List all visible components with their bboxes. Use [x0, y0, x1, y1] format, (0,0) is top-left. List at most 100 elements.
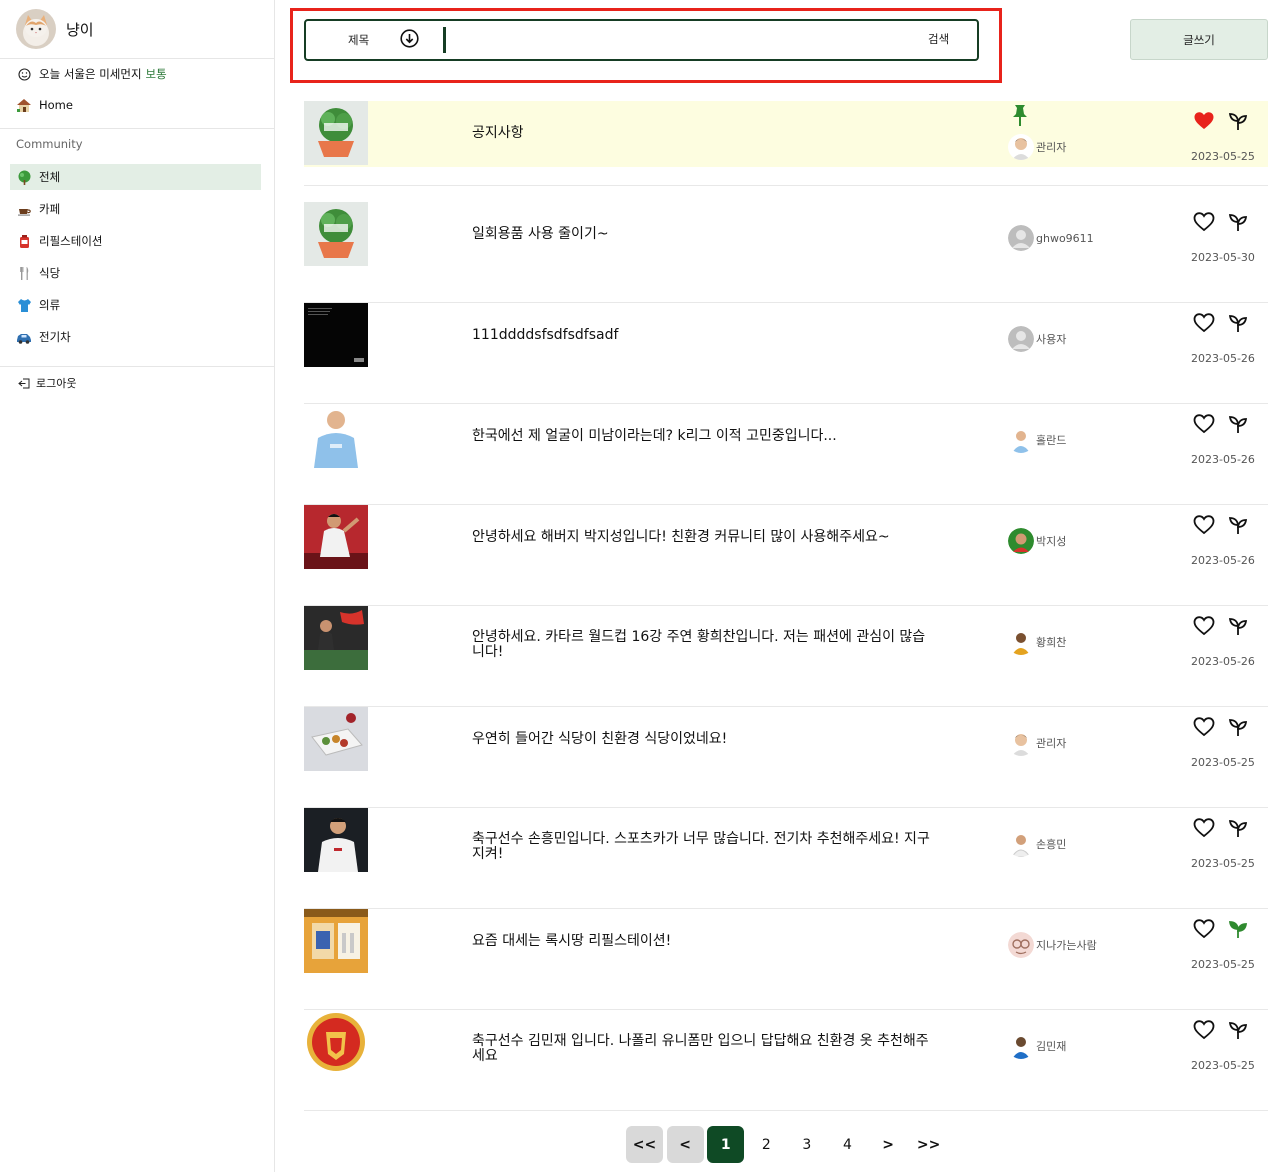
circle-arrow-down-icon[interactable] — [400, 29, 419, 48]
sidebar-item-label: 리필스테이션 — [39, 234, 103, 248]
sprout-icon[interactable] — [1227, 817, 1249, 839]
author-avatar — [1008, 730, 1034, 756]
post-title[interactable]: 축구선수 손흥민입니다. 스포츠카가 너무 많습니다. 전기차 추천해주세요! … — [472, 832, 932, 862]
post-row[interactable]: 111ddddsfsdfsdfsadf 사용자 2023-05-26 — [304, 303, 1268, 404]
post-author[interactable]: 사용자 — [1008, 326, 1066, 352]
post-title[interactable]: 안녕하세요. 카타르 월드컵 16강 주연 황희찬입니다. 저는 패션에 관심이… — [472, 630, 932, 660]
heart-filled-icon[interactable] — [1193, 110, 1215, 132]
heart-outline-icon[interactable] — [1193, 1019, 1215, 1041]
sidebar-item-restaurant[interactable]: 식당 — [10, 260, 261, 286]
post-row[interactable]: 안녕하세요 해버지 박지성입니다! 친환경 커뮤니티 많이 사용해주세요~ 박지… — [304, 505, 1268, 606]
post-row[interactable]: 공지사항 관리자 2023-05-25 — [304, 101, 1268, 202]
post-thumbnail[interactable] — [304, 707, 368, 771]
sidebar-item-all[interactable]: 전체 — [10, 164, 261, 190]
home-link[interactable]: Home — [16, 97, 73, 113]
post-row[interactable]: 축구선수 손흥민입니다. 스포츠카가 너무 많습니다. 전기차 추천해주세요! … — [304, 808, 1268, 909]
profile[interactable]: 냥이 — [16, 8, 94, 50]
post-row[interactable]: 일회용품 사용 줄이기~ ghwo9611 2023-05-30 — [304, 202, 1268, 303]
post-thumbnail[interactable] — [304, 1010, 368, 1074]
author-name: 관리자 — [1036, 737, 1067, 750]
heart-outline-icon[interactable] — [1193, 817, 1215, 839]
heart-outline-icon[interactable] — [1193, 514, 1215, 536]
sprout-icon[interactable] — [1227, 312, 1249, 334]
heart-outline-icon[interactable] — [1193, 716, 1215, 738]
coffee-icon — [16, 201, 32, 217]
next-page-button[interactable]: > — [870, 1126, 907, 1163]
sprout-icon[interactable] — [1227, 110, 1249, 132]
post-row[interactable]: 축구선수 김민재 입니다. 나폴리 유니폼만 입으니 답답해요 친환경 옷 추천… — [304, 1010, 1268, 1111]
post-title[interactable]: 한국에선 제 얼굴이 미남이라는데? k리그 이적 고민중입니다... — [472, 429, 932, 444]
post-title[interactable]: 일회용품 사용 줄이기~ — [472, 227, 932, 242]
post-thumbnail[interactable] — [304, 101, 368, 165]
sprout-icon[interactable] — [1227, 413, 1249, 435]
write-post-button[interactable]: 글쓰기 — [1130, 19, 1268, 60]
post-title[interactable]: 공지사항 — [472, 126, 932, 141]
post-thumbnail[interactable] — [304, 808, 368, 872]
sidebar-item-refill-station[interactable]: 리필스테이션 — [10, 228, 261, 254]
post-author[interactable]: 손흥민 — [1008, 831, 1066, 857]
post-thumbnail[interactable] — [304, 303, 368, 367]
heart-outline-icon[interactable] — [1193, 211, 1215, 233]
post-author[interactable]: 박지성 — [1008, 528, 1066, 554]
search-input[interactable] — [452, 25, 916, 57]
post-row[interactable]: 안녕하세요. 카타르 월드컵 16강 주연 황희찬입니다. 저는 패션에 관심이… — [304, 606, 1268, 707]
sidebar-item-label: 전기차 — [39, 330, 71, 344]
search-button[interactable]: 검색 — [928, 31, 949, 47]
post-thumbnail[interactable] — [304, 606, 368, 670]
post-author[interactable]: 홀란드 — [1008, 427, 1066, 453]
heart-outline-icon[interactable] — [1193, 312, 1215, 334]
refill-bottle-icon — [16, 233, 32, 249]
page-button-4[interactable]: 4 — [829, 1126, 866, 1163]
sprout-icon[interactable] — [1227, 716, 1249, 738]
sprout-icon[interactable] — [1227, 514, 1249, 536]
profile-avatar[interactable] — [16, 9, 56, 49]
sidebar-item-label: 카페 — [39, 202, 61, 216]
post-title[interactable]: 축구선수 김민재 입니다. 나폴리 유니폼만 입으니 답답해요 친환경 옷 추천… — [472, 1034, 932, 1064]
divider — [0, 58, 275, 59]
post-date: 2023-05-26 — [1191, 554, 1255, 567]
post-author[interactable]: 지나가는사람 — [1008, 932, 1097, 958]
post-author[interactable]: 황희찬 — [1008, 629, 1066, 655]
sidebar-item-cafe[interactable]: 카페 — [10, 196, 261, 222]
post-thumbnail[interactable] — [304, 505, 368, 569]
page-button-2[interactable]: 2 — [748, 1126, 785, 1163]
post-row[interactable]: 요즘 대세는 록시땅 리필스테이션! 지나가는사람 2023-05-25 — [304, 909, 1268, 1010]
post-title[interactable]: 요즘 대세는 록시땅 리필스테이션! — [472, 934, 932, 949]
author-avatar — [1008, 831, 1034, 857]
sidebar-item-ev[interactable]: 전기차 — [10, 324, 261, 350]
page-button-1[interactable]: 1 — [707, 1126, 745, 1163]
search-type-select[interactable]: 제목 — [348, 32, 369, 48]
post-thumbnail[interactable] — [304, 909, 368, 973]
logout-link[interactable]: 로그아웃 — [16, 375, 76, 391]
utensils-icon — [16, 265, 32, 281]
first-page-button[interactable]: << — [626, 1126, 663, 1163]
home-label: Home — [39, 98, 73, 112]
post-title[interactable]: 111ddddsfsdfsdfsadf — [472, 328, 932, 343]
author-name: 황희찬 — [1036, 636, 1067, 649]
post-date: 2023-05-25 — [1191, 1059, 1255, 1072]
sprout-filled-icon[interactable] — [1227, 918, 1249, 940]
last-page-button[interactable]: >> — [910, 1126, 947, 1163]
post-title[interactable]: 우연히 들어간 식당이 친환경 식당이었네요! — [472, 732, 932, 747]
post-row[interactable]: 한국에선 제 얼굴이 미남이라는데? k리그 이적 고민중입니다... 홀란드 … — [304, 404, 1268, 505]
heart-outline-icon[interactable] — [1193, 615, 1215, 637]
sprout-icon[interactable] — [1227, 615, 1249, 637]
post-row[interactable]: 우연히 들어간 식당이 친환경 식당이었네요! 관리자 2023-05-25 — [304, 707, 1268, 808]
prev-page-button[interactable]: < — [666, 1126, 704, 1163]
post-author[interactable]: 관리자 — [1008, 730, 1066, 756]
post-date: 2023-05-25 — [1191, 150, 1255, 163]
row-divider — [304, 1110, 1268, 1111]
page-button-3[interactable]: 3 — [788, 1126, 825, 1163]
author-avatar — [1008, 1033, 1034, 1059]
post-author[interactable]: 김민재 — [1008, 1033, 1066, 1059]
sprout-icon[interactable] — [1227, 211, 1249, 233]
post-thumbnail[interactable] — [304, 404, 368, 468]
post-thumbnail[interactable] — [304, 202, 368, 266]
heart-outline-icon[interactable] — [1193, 918, 1215, 940]
sprout-icon[interactable] — [1227, 1019, 1249, 1041]
post-author[interactable]: ghwo9611 — [1008, 225, 1094, 251]
sidebar-item-clothing[interactable]: 의류 — [10, 292, 261, 318]
heart-outline-icon[interactable] — [1193, 413, 1215, 435]
post-author[interactable]: 관리자 — [1008, 134, 1066, 160]
post-title[interactable]: 안녕하세요 해버지 박지성입니다! 친환경 커뮤니티 많이 사용해주세요~ — [472, 530, 932, 545]
